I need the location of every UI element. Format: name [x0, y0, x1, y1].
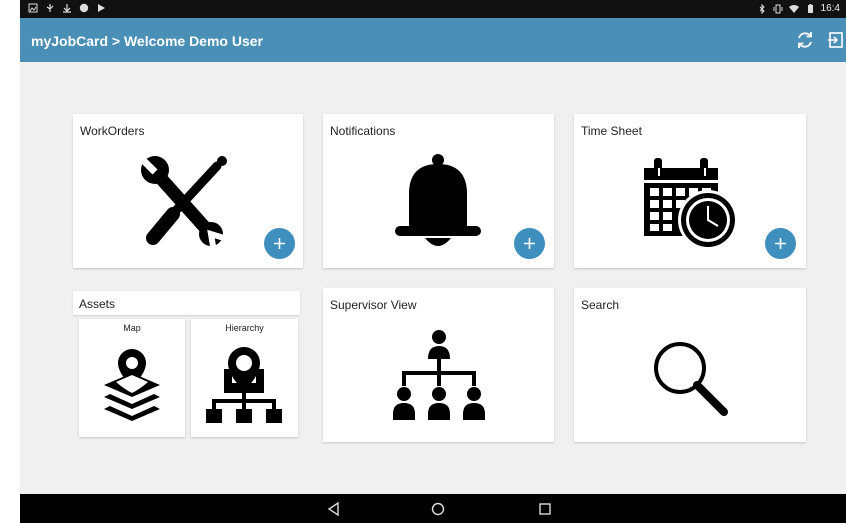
globe-icon: [79, 3, 89, 13]
tile-label: Hierarchy: [225, 323, 264, 333]
tablet-screen: 16:4 myJobCard > Welcome Demo User WorkO…: [0, 0, 846, 523]
assets-hierarchy-tile[interactable]: Hierarchy: [191, 319, 298, 437]
org-chart-icon: [393, 330, 485, 420]
calendar-clock-icon: [644, 158, 738, 250]
bell-icon: [395, 154, 481, 246]
card-title: Notifications: [330, 124, 396, 138]
add-workorder-button[interactable]: [264, 228, 295, 259]
app-bar: myJobCard > Welcome Demo User: [20, 18, 846, 62]
tile-label: Map: [123, 323, 141, 333]
search-card[interactable]: Search: [574, 288, 806, 442]
download-icon: [63, 4, 71, 13]
assets-header: Assets: [73, 291, 300, 315]
add-timesheet-button[interactable]: [765, 228, 796, 259]
page-title: myJobCard > Welcome Demo User: [31, 33, 263, 49]
vibrate-icon: [773, 4, 783, 13]
card-title: Supervisor View: [330, 298, 417, 312]
card-title: Search: [581, 298, 620, 312]
status-bar: 16:4: [20, 0, 846, 18]
battery-icon: [807, 3, 813, 13]
logout-icon[interactable]: [825, 29, 846, 51]
magnifier-icon: [654, 342, 728, 416]
assets-map-tile[interactable]: Map: [79, 319, 185, 437]
sync-icon[interactable]: [794, 29, 816, 51]
workorders-card[interactable]: WorkOrders: [73, 114, 303, 268]
plus-icon: [524, 238, 535, 249]
card-title: Assets: [79, 297, 116, 311]
play-icon: [98, 4, 105, 12]
system-nav-bar: [20, 494, 846, 523]
bluetooth-icon: [759, 3, 765, 14]
notifications-card[interactable]: Notifications: [323, 114, 554, 268]
card-title: Time Sheet: [581, 124, 642, 138]
card-title: WorkOrders: [80, 124, 145, 138]
map-layers-icon: [104, 349, 160, 421]
supervisor-view-card[interactable]: Supervisor View: [323, 288, 554, 442]
plus-icon: [274, 238, 285, 249]
image-icon: [28, 3, 38, 13]
recents-icon[interactable]: [537, 501, 553, 517]
wifi-icon: [788, 4, 799, 13]
location-hierarchy-icon: [206, 347, 282, 423]
usb-icon: [46, 4, 54, 12]
back-icon[interactable]: [326, 501, 342, 517]
tools-icon: [140, 156, 227, 247]
plus-icon: [775, 238, 786, 249]
add-notification-button[interactable]: [514, 228, 545, 259]
clock-text: 16:4: [820, 3, 840, 14]
home-icon[interactable]: [430, 501, 446, 517]
timesheet-card[interactable]: Time Sheet: [574, 114, 806, 268]
